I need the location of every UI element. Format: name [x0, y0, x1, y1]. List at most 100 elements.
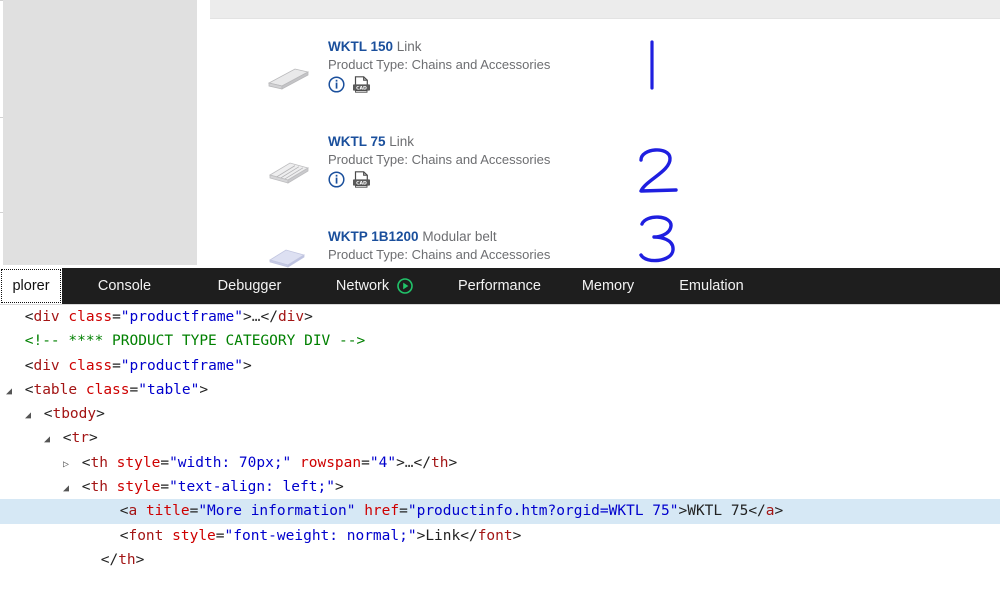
product-type-label: Product Type: Chains and Accessories [328, 57, 551, 72]
expand-triangle-open-icon[interactable] [25, 404, 35, 428]
devtools-tab-label: Console [97, 278, 152, 294]
annotation-number-2 [636, 144, 684, 208]
dom-node-line[interactable]: <tr> [0, 426, 1000, 450]
slatted-link-thumbnail[interactable] [255, 114, 335, 209]
product-type-label: Product Type: Chains and Accessories [328, 247, 551, 262]
dom-node-line[interactable]: <th style="width: 70px;" rowspan="4">…</… [0, 451, 1000, 475]
code-token-punct [108, 479, 117, 495]
devtools-tab-label: Memory [581, 278, 635, 294]
code-token-attr: class [68, 309, 113, 325]
product-action-icons: CAD [328, 171, 371, 193]
product-list-header-band [210, 0, 1000, 19]
devtools-tab-debugger[interactable]: Debugger [187, 268, 312, 304]
code-token-tw: a [765, 503, 775, 520]
devtools-tab-label: Debugger [217, 278, 282, 294]
product-row[interactable]: WKTL 75 Link Product Type: Chains and Acc… [210, 114, 1000, 210]
cad-file-icon[interactable]: CAD [352, 76, 371, 98]
code-token-punct: = [399, 503, 408, 520]
code-token-val: "font-weight: normal;" [224, 527, 417, 544]
code-token-punct: > [304, 309, 313, 325]
code-token-tw: th [90, 454, 108, 471]
code-token-punct: </ [413, 454, 431, 471]
devtools-tab-console[interactable]: Console [62, 268, 187, 304]
code-token-punct [291, 455, 300, 471]
devtools-tab-emulation[interactable]: Emulation [654, 268, 769, 304]
code-token-punct: > [135, 551, 145, 568]
code-token-attr: class [85, 381, 130, 398]
expand-triangle-open-icon[interactable] [6, 380, 16, 404]
flat-bar-link-thumbnail[interactable] [255, 19, 335, 114]
devtools-tab-network[interactable]: Network [312, 268, 437, 304]
expand-triangle-closed-icon[interactable] [63, 453, 73, 477]
dom-node-line[interactable]: <!-- **** PRODUCT TYPE CATEGORY DIV --> [0, 329, 1000, 353]
dom-node-line[interactable]: </th> [0, 548, 1000, 572]
code-token-punct: </ [460, 527, 478, 544]
dom-node-line[interactable]: <table class="table"> [0, 378, 1000, 402]
code-token-punct: > [199, 381, 209, 398]
cad-file-icon[interactable]: CAD [352, 171, 371, 193]
product-code-link[interactable]: WKTL 150 [328, 39, 393, 54]
code-token-punct [137, 503, 146, 519]
code-token-txt: Link [425, 527, 461, 544]
product-code-link[interactable]: WKTL 75 [328, 134, 386, 149]
modular-belt-plate-thumbnail[interactable] [255, 209, 335, 268]
code-token-punct: > [416, 527, 426, 544]
code-token-val: "text-align: left;" [169, 479, 335, 496]
product-code-link[interactable]: WKTP 1B1200 [328, 229, 419, 244]
product-title[interactable]: WKTL 75 Link [328, 134, 414, 149]
code-token-tw: table [33, 381, 78, 398]
code-token-attr: rowspan [300, 454, 362, 471]
code-token-punct: = [112, 309, 121, 325]
code-token-tw: th [90, 479, 108, 496]
code-token-val: "width: 70px;" [169, 454, 292, 471]
code-token-punct: = [215, 527, 225, 544]
code-token-attr: href [364, 503, 400, 520]
code-token-punct: = [160, 454, 170, 471]
annotation-number-3 [636, 213, 684, 268]
code-token-punct: </ [100, 551, 119, 568]
code-token-val: "productframe" [120, 357, 244, 374]
expand-triangle-open-icon[interactable] [63, 477, 73, 501]
code-token-tw: a [128, 503, 138, 520]
play-circle-icon[interactable] [397, 278, 413, 294]
left-filter-panel [3, 0, 197, 265]
code-token-val: "productinfo.htm?orgid=WKTL 75" [407, 503, 679, 520]
dom-node-line[interactable]: <font style="font-weight: normal;">Link<… [0, 524, 1000, 548]
code-token-punct: > [243, 357, 252, 374]
product-row[interactable]: WKTP 1B1200 Modular belt Product Type: Ch… [210, 209, 1000, 268]
code-token-attr: style [116, 454, 161, 471]
product-row[interactable]: WKTL 150 Link Product Type: Chains and Ac… [210, 19, 1000, 115]
dom-node-line[interactable]: <th style="text-align: left;"> [0, 475, 1000, 499]
devtools-tab-memory[interactable]: Memory [562, 268, 654, 304]
devtools-tab-label: plorer [12, 278, 50, 294]
dom-node-line[interactable]: <div class="productframe"> [0, 354, 1000, 378]
dom-explorer-markup-pane[interactable]: <div class="productframe">…</div> <!-- *… [0, 305, 1000, 592]
code-token-punct [108, 455, 117, 471]
dom-node-line[interactable]: <div class="productframe">…</div> [0, 305, 1000, 329]
info-circle-icon[interactable] [328, 76, 345, 98]
code-token-txt: WKTL 75 [687, 503, 749, 520]
product-title[interactable]: WKTP 1B1200 Modular belt [328, 229, 497, 244]
devtools-tab-performance[interactable]: Performance [437, 268, 562, 304]
product-name: Modular belt [422, 229, 497, 244]
code-token-tw: th [431, 454, 449, 471]
panel-gutter [197, 0, 210, 265]
product-type-label: Product Type: Chains and Accessories [328, 152, 551, 167]
devtools-tab-label: Network [335, 278, 390, 294]
dom-node-line-selected[interactable]: <a title="More information" href="produc… [0, 499, 1000, 524]
code-token-attr: style [116, 479, 161, 496]
dom-node-line[interactable]: <tbody> [0, 402, 1000, 426]
screenshot-root: WKTL 150 Link Product Type: Chains and Ac… [0, 0, 1000, 592]
code-token-val: "productframe" [120, 309, 244, 325]
expand-triangle-open-icon[interactable] [44, 428, 54, 452]
product-title[interactable]: WKTL 150 Link [328, 39, 422, 54]
code-token-punct: > [448, 454, 458, 471]
code-token-attr: title [145, 503, 190, 520]
code-token-punct: = [112, 357, 121, 374]
code-token-punct [77, 382, 86, 398]
devtools-tab-dom-explorer[interactable]: plorer [0, 268, 62, 304]
code-token-punct: > [334, 479, 344, 496]
code-token-tw: tbody [52, 406, 97, 423]
info-circle-icon[interactable] [328, 171, 345, 193]
code-token-punct: > [512, 527, 522, 544]
